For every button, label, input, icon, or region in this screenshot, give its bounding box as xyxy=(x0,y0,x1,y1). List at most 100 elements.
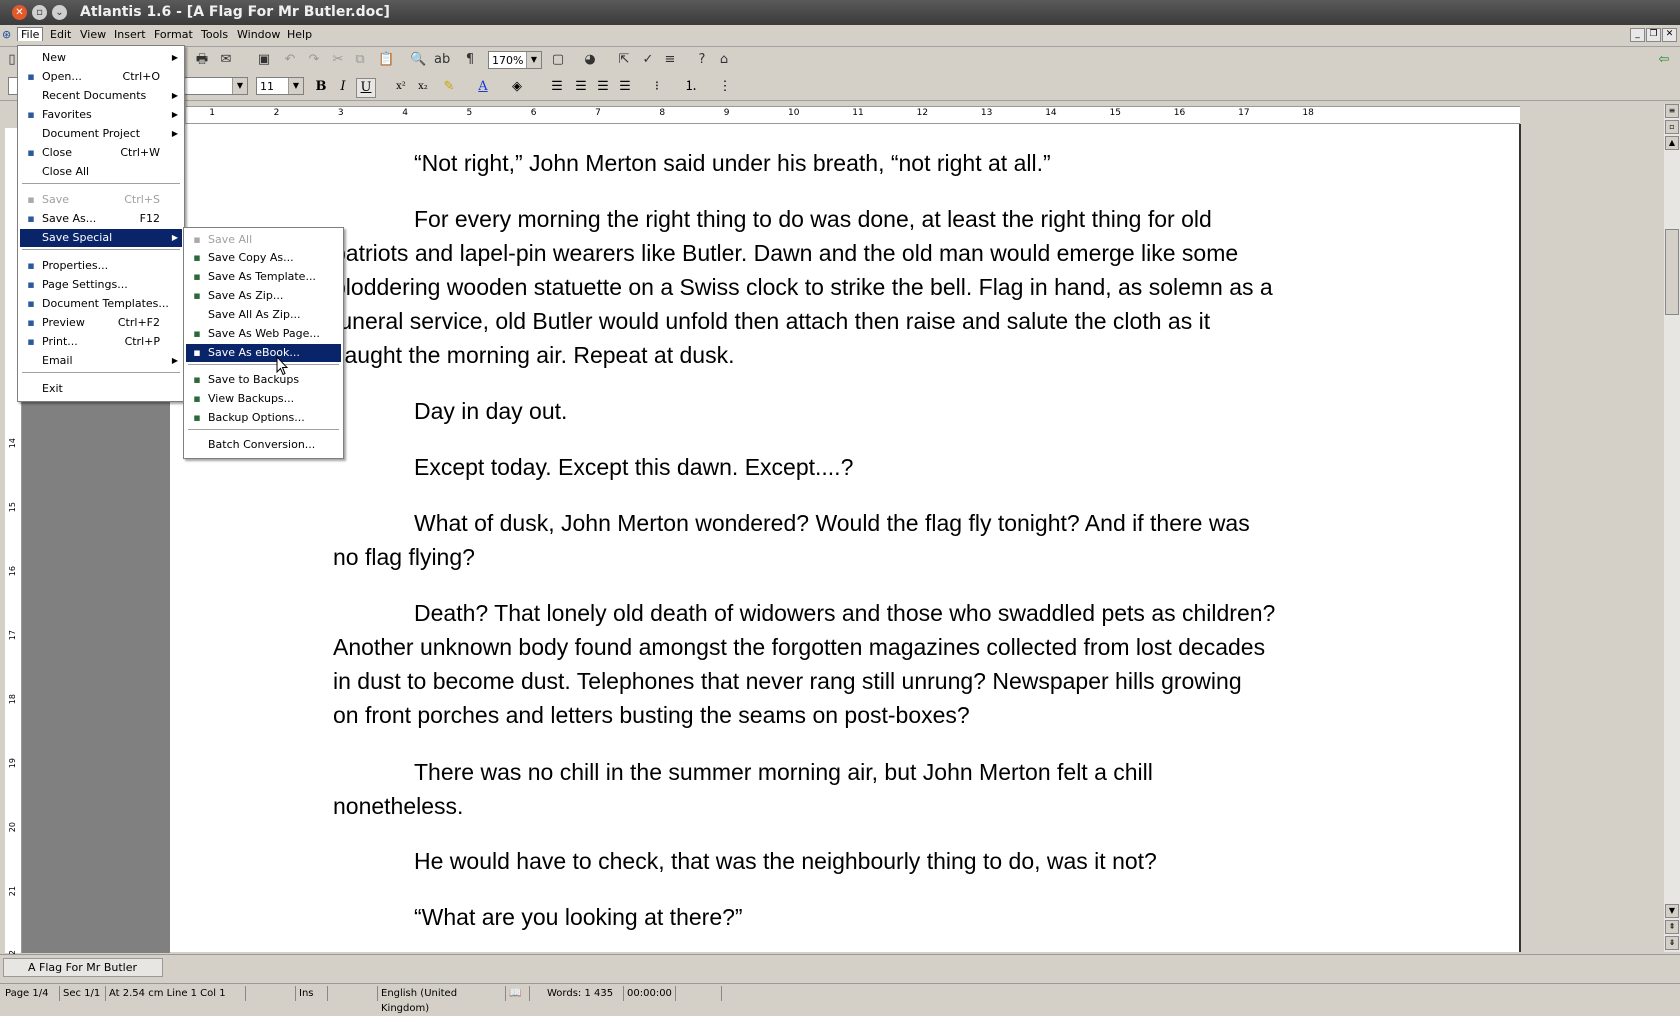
file-menu-item[interactable]: ▪ Document Templates... xyxy=(20,295,182,313)
help-icon[interactable]: ? xyxy=(694,52,710,68)
document-line[interactable]: Death? That lonely old death of widowers… xyxy=(414,596,1275,630)
replace-icon[interactable]: ab xyxy=(434,52,450,68)
ruler-toggle-icon[interactable]: ≡ xyxy=(1665,104,1679,118)
file-menu-item[interactable]: Close All xyxy=(20,163,182,181)
status-mode[interactable]: Ins xyxy=(296,986,328,1001)
file-menu-item[interactable]: Save Special ▶ xyxy=(20,229,182,247)
menu-file[interactable]: File xyxy=(17,27,44,41)
document-line[interactable]: “Not right,” John Merton said under his … xyxy=(414,146,1051,180)
email-icon[interactable]: ✉ xyxy=(218,52,234,68)
align-right-icon[interactable]: ☰ xyxy=(594,78,612,96)
horizontal-ruler[interactable]: 1 2 3 4 5 6 7 8 9 10 11 12 13 14 15 16 17 18 xyxy=(186,106,1520,124)
file-menu-item[interactable]: Recent Documents ▶ xyxy=(20,87,182,105)
doc-minimize-icon[interactable]: _ xyxy=(1630,28,1645,42)
scroll-down-icon[interactable]: ▼ xyxy=(1665,904,1679,918)
font-color-icon[interactable]: A xyxy=(474,78,492,96)
file-menu-item[interactable]: ▪ Save As... F12 xyxy=(20,210,182,228)
paste-icon[interactable]: 📋 xyxy=(378,52,394,68)
save-special-item[interactable]: ▪ View Backups... xyxy=(186,390,341,408)
status-language[interactable]: English (United Kingdom) xyxy=(378,986,506,1014)
close-window-icon[interactable]: ✕ xyxy=(12,5,27,20)
align-left-icon[interactable]: ☰ xyxy=(548,78,566,96)
document-line[interactable]: on front porches and letters busting the… xyxy=(333,698,970,732)
split-icon[interactable]: ▫ xyxy=(1665,120,1679,134)
save-special-item[interactable]: ▪ Backup Options... xyxy=(186,409,341,427)
save-special-item[interactable]: ▪ Save As Web Page... xyxy=(186,325,341,343)
find-icon[interactable]: 🔍 xyxy=(410,52,426,68)
paint-bucket-icon[interactable]: ◈ xyxy=(508,78,526,96)
font-select[interactable]: ▼ xyxy=(184,77,248,95)
file-menu-item[interactable]: Exit xyxy=(20,380,182,398)
vertical-scrollbar[interactable]: ≡ ▫ ▲ ▼ ⇞ ⇟ xyxy=(1664,104,1680,952)
file-menu-item[interactable]: ▪ Favorites ▶ xyxy=(20,106,182,124)
document-line[interactable]: He would have to check, that was the nei… xyxy=(414,844,1157,878)
menu-help[interactable]: Help xyxy=(287,28,312,41)
save-special-item[interactable]: ▪ Save All xyxy=(186,231,341,249)
menu-window[interactable]: Window xyxy=(237,28,280,41)
document-line[interactable]: funeral service, old Butler would unfold… xyxy=(333,304,1210,338)
spellcheck-icon[interactable]: ✓ xyxy=(640,52,656,68)
exit-icon[interactable]: ⇦ xyxy=(1656,52,1672,68)
save-special-item[interactable]: ▪ Save Copy As... xyxy=(186,249,341,267)
file-menu-item[interactable]: ▪ Save Ctrl+S xyxy=(20,191,182,209)
outline-icon[interactable]: ⋮ xyxy=(716,78,734,96)
fullscreen-icon[interactable]: ▢ xyxy=(550,52,566,68)
doc-restore-icon[interactable]: ❐ xyxy=(1646,28,1661,42)
next-page-icon[interactable]: ⇟ xyxy=(1665,936,1679,950)
save-special-item[interactable]: ▪ Save As Zip... xyxy=(186,287,341,305)
file-menu-item[interactable]: ▪ Page Settings... xyxy=(20,276,182,294)
cut-icon[interactable]: ✂ xyxy=(330,52,346,68)
save-special-item[interactable]: Batch Conversion... xyxy=(186,436,341,454)
document-line[interactable]: in dust to become dust. Telephones that … xyxy=(333,664,1242,698)
document-line[interactable]: Day in day out. xyxy=(414,394,567,428)
menu-edit[interactable]: Edit xyxy=(50,28,71,41)
font-size-select[interactable]: 11 ▼ xyxy=(256,77,304,95)
minimize-window-icon[interactable]: ▫ xyxy=(32,5,47,20)
book-icon[interactable]: 📖 xyxy=(506,986,530,1001)
document-line[interactable]: There was no chill in the summer morning… xyxy=(414,755,1153,789)
document-tab[interactable]: A Flag For Mr Butler xyxy=(3,958,163,977)
style-icon[interactable]: ◕ xyxy=(582,52,598,68)
save-icon[interactable]: ▣ xyxy=(256,52,272,68)
menu-view[interactable]: View xyxy=(80,28,106,41)
bold-button[interactable]: B xyxy=(312,78,330,96)
scroll-up-icon[interactable]: ▲ xyxy=(1665,136,1679,150)
home-icon[interactable]: ⌂ xyxy=(716,52,732,68)
file-menu-item[interactable]: ▪ Preview Ctrl+F2 xyxy=(20,314,182,332)
file-menu-item[interactable]: Document Project ▶ xyxy=(20,125,182,143)
print-icon[interactable]: 🖶 xyxy=(194,52,210,68)
underline-button[interactable]: U xyxy=(356,78,376,98)
menu-tools[interactable]: Tools xyxy=(201,28,228,41)
save-special-item[interactable]: ▪ Save As eBook... xyxy=(186,344,341,362)
file-menu-item[interactable]: ▪ Close Ctrl+W xyxy=(20,144,182,162)
app-icon[interactable]: ⊛ xyxy=(2,28,11,41)
document-line[interactable]: What of dusk, John Merton wondered? Woul… xyxy=(414,506,1250,540)
word-count-icon[interactable]: ≡ xyxy=(662,52,678,68)
highlight-icon[interactable]: ✎ xyxy=(440,78,458,96)
subscript-button[interactable]: x₂ xyxy=(414,78,432,96)
save-special-item[interactable]: ▪ Save to Backups xyxy=(186,371,341,389)
document-line[interactable]: Another unknown body found amongst the f… xyxy=(333,630,1265,664)
file-menu-item[interactable]: ▪ Properties... xyxy=(20,257,182,275)
document-line[interactable]: For every morning the right thing to do … xyxy=(414,202,1212,236)
doc-close-icon[interactable]: ✕ xyxy=(1662,28,1677,42)
file-menu-item[interactable]: New ▶ xyxy=(20,49,182,67)
undo-icon[interactable]: ↶ xyxy=(282,52,298,68)
document-line[interactable]: caught the morning air. Repeat at dusk. xyxy=(333,338,734,372)
document-line[interactable]: patriots and lapel-pin wearers like Butl… xyxy=(333,236,1238,270)
superscript-button[interactable]: x² xyxy=(392,78,410,96)
scroll-thumb[interactable] xyxy=(1665,229,1679,315)
redo-icon[interactable]: ↷ xyxy=(306,52,322,68)
zoom-select[interactable]: 170% ▼ xyxy=(488,51,542,69)
save-special-item[interactable]: Save All As Zip... xyxy=(186,306,341,324)
document-line[interactable]: “What are you looking at there?” xyxy=(414,900,743,934)
file-menu-item[interactable]: ▪ Print... Ctrl+P xyxy=(20,333,182,351)
menu-format[interactable]: Format xyxy=(154,28,193,41)
prev-page-icon[interactable]: ⇞ xyxy=(1665,920,1679,934)
document-line[interactable]: no flag flying? xyxy=(333,540,475,574)
file-menu-item[interactable]: Email ▶ xyxy=(20,352,182,370)
document-line[interactable]: Except today. Except this dawn. Except..… xyxy=(414,450,853,484)
save-special-item[interactable]: ▪ Save As Template... xyxy=(186,268,341,286)
italic-button[interactable]: I xyxy=(334,78,352,96)
numbering-icon[interactable]: ⒈ xyxy=(682,78,700,96)
